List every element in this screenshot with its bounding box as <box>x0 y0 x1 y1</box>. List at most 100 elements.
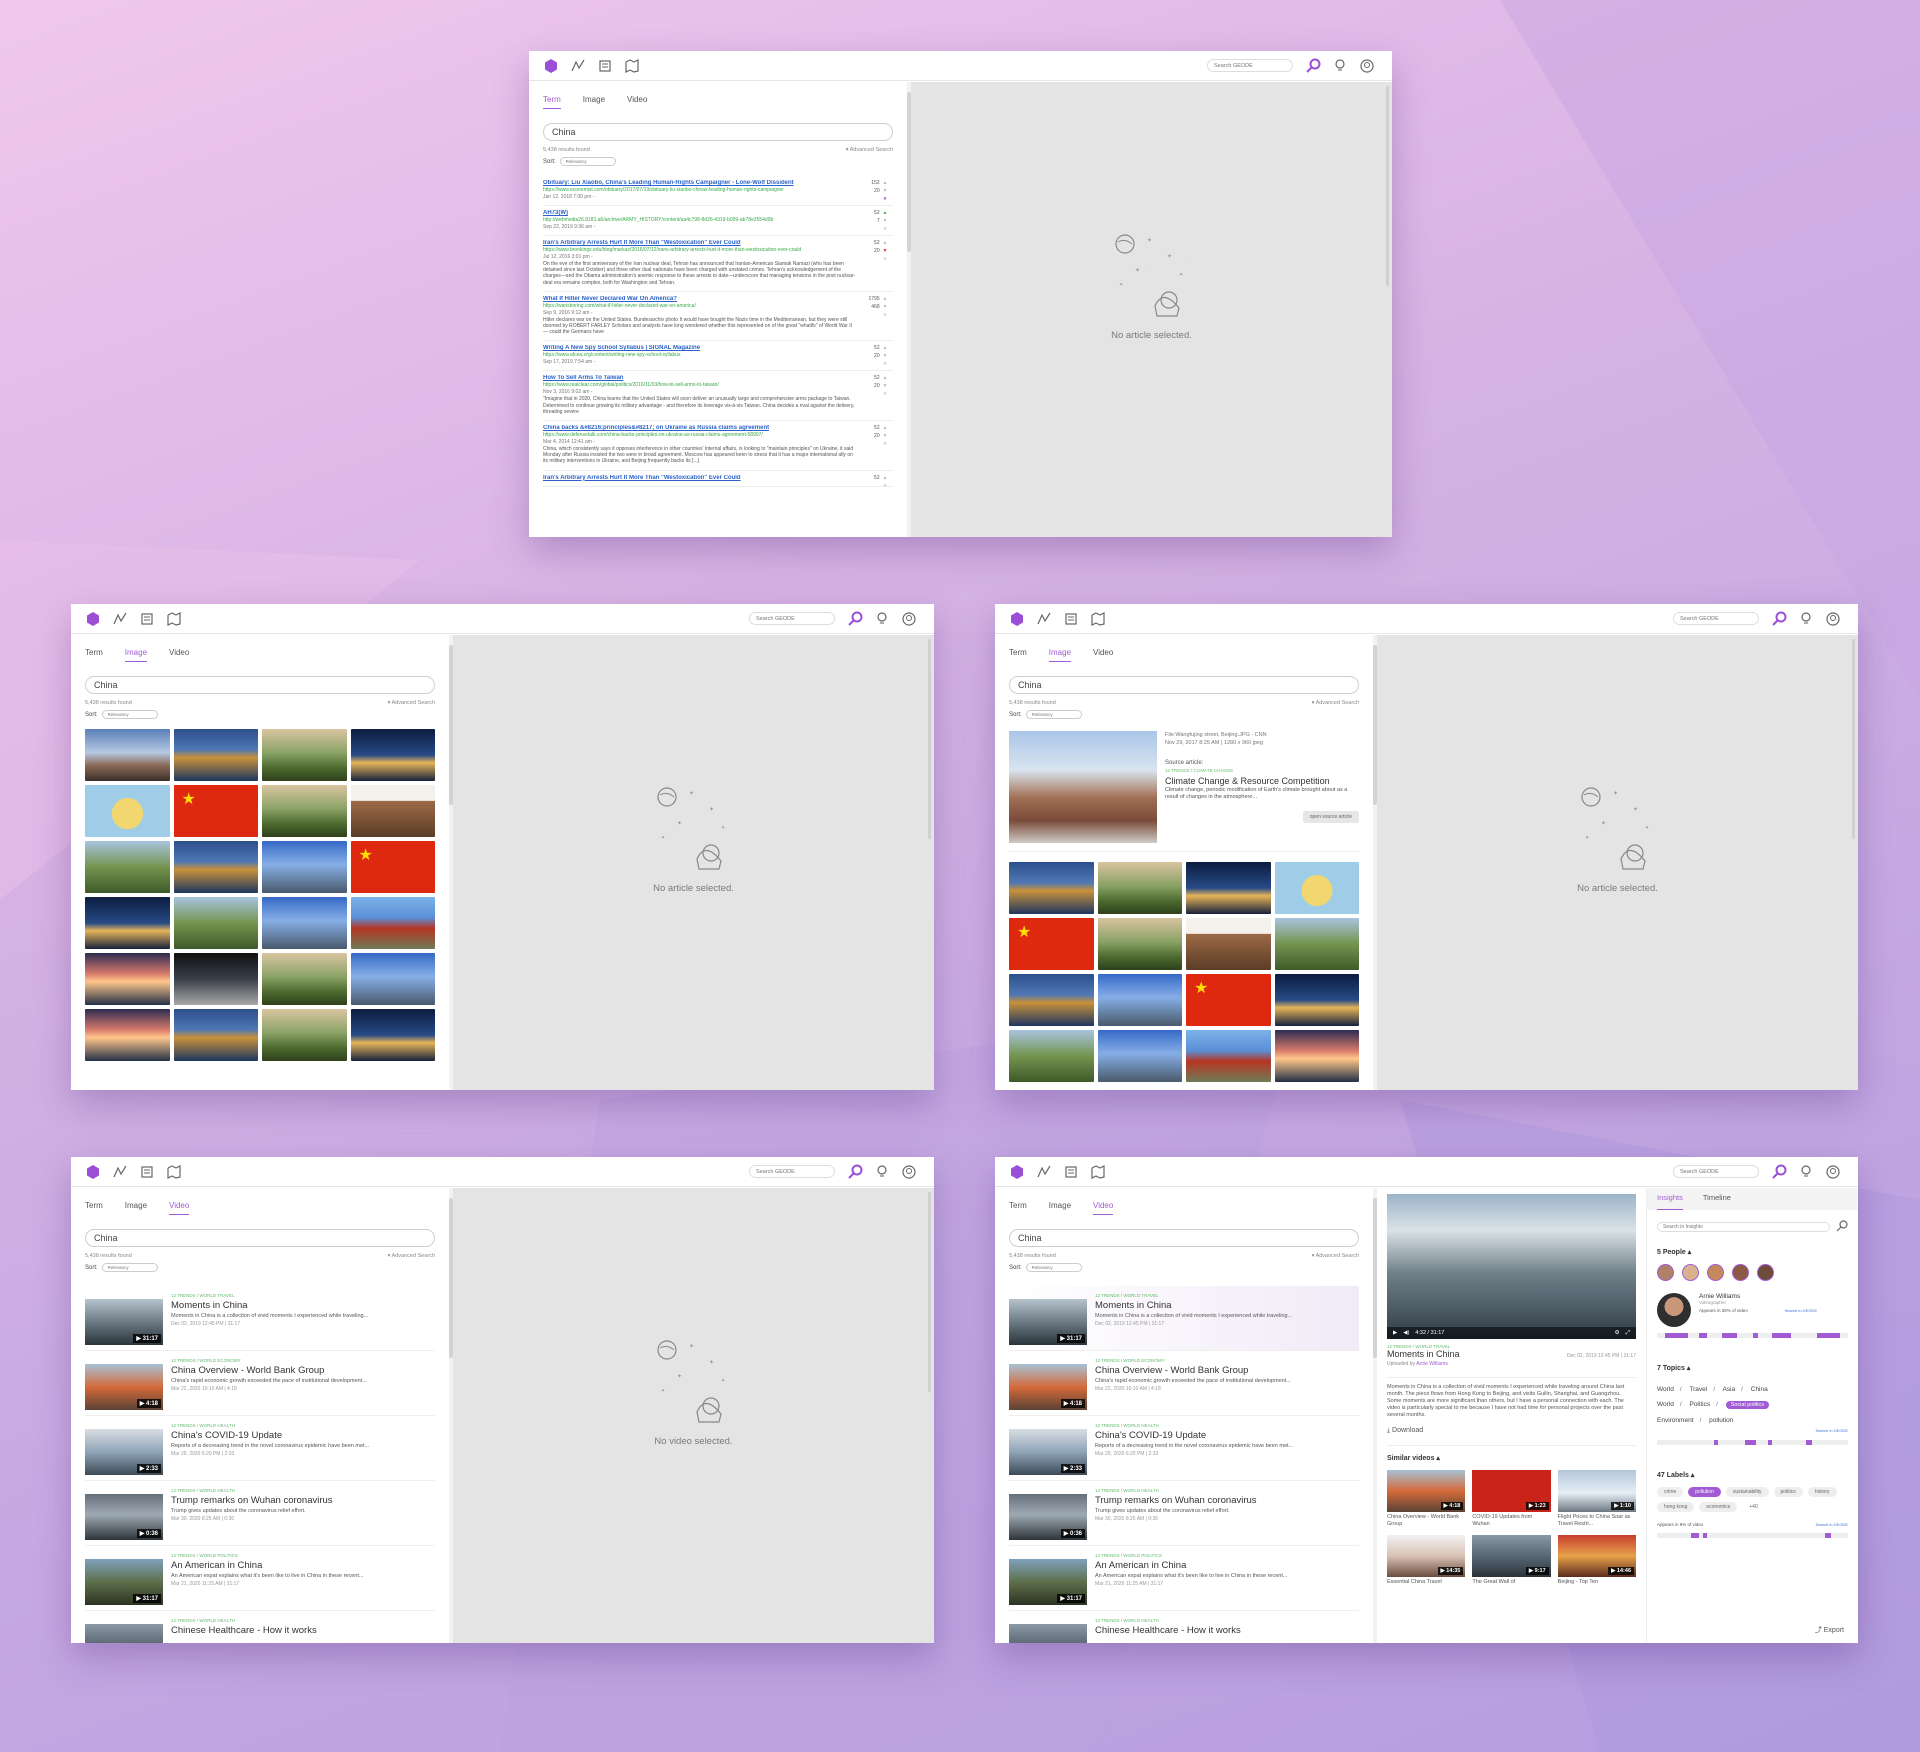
image-thumbnail[interactable] <box>350 953 435 1005</box>
pulse-icon[interactable] <box>1032 607 1056 631</box>
video-list-item[interactable]: ▶ 2:33 12 TRENDS / WORLD HEALTH China's CO… <box>85 1416 435 1481</box>
newspaper-icon[interactable] <box>135 1160 159 1184</box>
result-title-link[interactable]: Iran's Arbitrary Arrests Hurt It More Th… <box>543 240 857 246</box>
image-thumbnail[interactable] <box>1274 1030 1359 1082</box>
image-thumbnail[interactable] <box>262 1009 347 1061</box>
result-url[interactable]: https://www.realclear.com/global/politic… <box>543 382 857 388</box>
lightbulb-icon[interactable] <box>870 1160 894 1184</box>
volume-icon[interactable]: ◀) <box>1403 1330 1409 1336</box>
video-thumbnail[interactable]: ▶ 4:18 <box>85 1364 163 1410</box>
image-thumbnail[interactable] <box>1097 862 1182 914</box>
newspaper-icon[interactable] <box>1059 607 1083 631</box>
avatar[interactable] <box>1757 1264 1774 1281</box>
video-thumbnail[interactable]: ▶ 2:33 <box>85 1429 163 1475</box>
newspaper-icon[interactable] <box>593 54 617 78</box>
result-title-link[interactable]: Obituary: Liu Xiaobo, China's Leading Hu… <box>543 180 857 186</box>
label-chip[interactable]: economics <box>1699 1502 1738 1512</box>
similar-video-thumbnail[interactable]: ▶ 4:18 <box>1387 1470 1466 1512</box>
video-player[interactable]: ▶ ◀) 4:32 / 31:17 ⚙ ⤢ <box>1387 1194 1636 1339</box>
star-icon[interactable]: ★ <box>881 195 889 203</box>
similar-video-thumbnail[interactable]: ▶ 1:10 <box>1557 1470 1636 1512</box>
search-icon[interactable] <box>1767 1160 1791 1184</box>
image-thumbnail[interactable] <box>1274 918 1359 970</box>
video-list-item[interactable]: ▶ 0:36 12 TRENDS / WORLD HEALTH Trump rema… <box>85 1481 435 1546</box>
similar-video-item[interactable]: ▶ 9:17 The Great Wall of <box>1472 1535 1551 1593</box>
search-icon[interactable] <box>843 607 867 631</box>
similar-video-thumbnail[interactable]: ▶ 1:23 <box>1472 1470 1551 1512</box>
similar-video-item[interactable]: ▶ 14:46 Beijing - Top Ten <box>1557 1535 1636 1593</box>
image-thumbnail[interactable] <box>1186 862 1271 914</box>
pulse-icon[interactable] <box>108 1160 132 1184</box>
downvote-icon[interactable]: ▼ <box>881 247 889 255</box>
result-item[interactable]: What If Hitler Never Declared War On Ame… <box>543 292 893 342</box>
video-thumbnail[interactable] <box>1009 1624 1087 1643</box>
advanced-search-link[interactable]: ▾ Advanced Search <box>388 700 435 706</box>
tab-term[interactable]: Term <box>1009 648 1027 662</box>
query-input[interactable] <box>85 1229 435 1247</box>
image-thumbnail[interactable] <box>1009 918 1094 970</box>
similar-video-thumbnail[interactable]: ▶ 14:35 <box>1387 1535 1466 1577</box>
image-thumbnail[interactable] <box>262 841 347 893</box>
label-chip[interactable]: crime <box>1657 1487 1684 1497</box>
star-icon[interactable]: ★ <box>881 311 889 319</box>
similar-videos-heading[interactable]: Similar videos ▴ <box>1387 1454 1636 1462</box>
label-chip[interactable]: pollution <box>1688 1487 1721 1497</box>
image-thumbnail[interactable] <box>1009 1030 1094 1082</box>
video-thumbnail[interactable]: ▶ 0:36 <box>85 1494 163 1540</box>
topics-heading[interactable]: 7 Topics ▴ <box>1657 1364 1848 1372</box>
topic-selected[interactable]: Social politics <box>1725 1401 1770 1409</box>
downvote-icon[interactable]: ▼ <box>881 217 889 225</box>
sort-select[interactable]: Relevancy <box>101 710 158 719</box>
result-item[interactable]: Iran's Arbitrary Arrests Hurt It More Th… <box>543 236 893 292</box>
source-article-title[interactable]: Climate Change & Resource Competition <box>1165 777 1359 786</box>
topic[interactable]: pollution <box>1709 1417 1733 1424</box>
advanced-search-link[interactable]: ▾ Advanced Search <box>388 1253 435 1259</box>
geode-logo-icon[interactable] <box>539 54 563 78</box>
people-heading[interactable]: 5 People ▴ <box>1657 1248 1848 1256</box>
image-thumbnail[interactable] <box>85 729 170 781</box>
image-thumbnail[interactable] <box>173 841 258 893</box>
result-title-link[interactable]: Writing A New Spy School Syllabus | SIGN… <box>543 345 857 351</box>
sort-select[interactable]: Relevancy <box>101 1263 158 1272</box>
lightbulb-icon[interactable] <box>1328 54 1352 78</box>
image-thumbnail[interactable] <box>350 1009 435 1061</box>
image-thumbnail[interactable] <box>350 897 435 949</box>
tab-term[interactable]: Term <box>543 95 561 109</box>
search-icon[interactable] <box>1301 54 1325 78</box>
similar-video-item[interactable]: ▶ 1:10 Flight Prices to China Soar as Tra… <box>1557 1470 1636 1528</box>
label-chip[interactable]: politics <box>1773 1487 1803 1497</box>
video-list-item[interactable]: ▶ 0:36 12 TRENDS / WORLD HEALTH Trump rema… <box>1009 1481 1359 1546</box>
image-thumbnail[interactable] <box>350 785 435 837</box>
query-input[interactable] <box>543 123 893 141</box>
video-thumbnail[interactable]: ▶ 4:18 <box>1009 1364 1087 1410</box>
tab-term[interactable]: Term <box>85 1201 103 1215</box>
similar-video-thumbnail[interactable]: ▶ 9:17 <box>1472 1535 1551 1577</box>
downvote-icon[interactable]: ▼ <box>881 303 889 311</box>
lightbulb-icon[interactable] <box>870 607 894 631</box>
video-thumbnail[interactable]: ▶ 31:17 <box>1009 1559 1087 1605</box>
image-thumbnail[interactable] <box>85 953 170 1005</box>
upvote-icon[interactable]: ▲ <box>881 474 889 482</box>
global-search-input[interactable] <box>1673 1165 1759 1178</box>
newspaper-icon[interactable] <box>1059 1160 1083 1184</box>
settings-icon[interactable]: ⚙ <box>1615 1330 1620 1336</box>
video-list-item[interactable]: ▶ 4:18 12 TRENDS / WORLD ECONOMY China Ove… <box>85 1351 435 1416</box>
video-thumbnail[interactable]: ▶ 0:36 <box>1009 1494 1087 1540</box>
map-icon[interactable] <box>162 607 186 631</box>
search-in-geode-link[interactable]: Search in GEODE <box>1785 1308 1817 1313</box>
map-icon[interactable] <box>1086 1160 1110 1184</box>
sort-select[interactable]: Relevancy <box>1025 710 1082 719</box>
newspaper-icon[interactable] <box>135 607 159 631</box>
global-search-input[interactable] <box>749 1165 835 1178</box>
global-search-input[interactable] <box>1673 612 1759 625</box>
geode-logo-icon[interactable] <box>81 1160 105 1184</box>
video-list-item[interactable]: ▶ 31:17 12 TRENDS / WORLD POLITICS An Amer… <box>1009 1546 1359 1611</box>
image-thumbnail[interactable] <box>173 897 258 949</box>
tab-video[interactable]: Video <box>169 648 189 662</box>
video-list-item[interactable]: 12 TRENDS / WORLD HEALTH Chinese Healthca… <box>85 1611 435 1643</box>
result-url[interactable]: https://warisboring.com/what-if-hitler-n… <box>543 303 857 309</box>
map-icon[interactable] <box>620 54 644 78</box>
geode-logo-icon[interactable] <box>1005 1160 1029 1184</box>
result-title-link[interactable]: China backs &#8216;principles&#8217; on … <box>543 425 857 431</box>
result-title-link[interactable]: How To Sell Arms To Taiwan <box>543 375 857 381</box>
